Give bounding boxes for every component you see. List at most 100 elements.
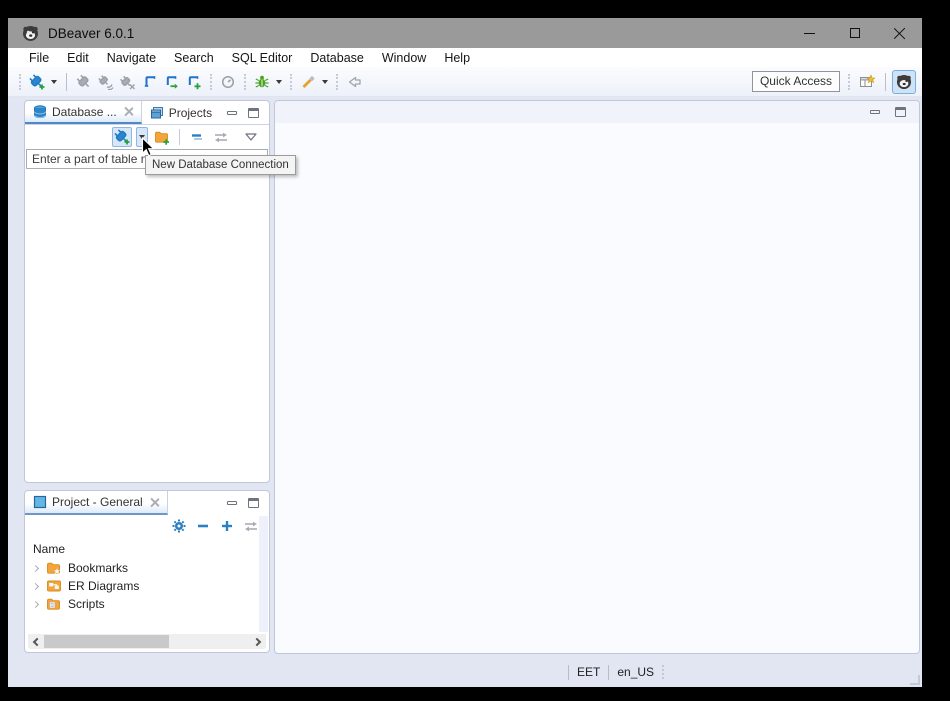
chevron-right-icon[interactable] bbox=[32, 582, 39, 589]
chevron-right-icon[interactable] bbox=[32, 564, 39, 571]
quick-access-box[interactable]: Quick Access bbox=[752, 71, 840, 92]
project-icon bbox=[33, 495, 47, 509]
new-sql-editor-icon bbox=[186, 74, 202, 90]
panel-minimize-icon[interactable] bbox=[227, 501, 237, 505]
tab-database-navigator[interactable]: Database ... bbox=[25, 101, 142, 124]
back-arrow-icon bbox=[346, 74, 362, 90]
menu-help[interactable]: Help bbox=[435, 51, 479, 65]
collapse-all-icon bbox=[189, 129, 205, 145]
compile-dropdown-arrow[interactable] bbox=[322, 80, 328, 84]
link-with-editor-button[interactable] bbox=[241, 516, 261, 536]
mouse-cursor bbox=[141, 137, 157, 159]
statusbar-grip bbox=[662, 665, 665, 679]
sql-editor-button[interactable] bbox=[139, 71, 161, 93]
panel-maximize-icon[interactable] bbox=[248, 498, 259, 508]
window-minimize-button[interactable] bbox=[787, 18, 832, 48]
execution-plan-button[interactable] bbox=[217, 71, 239, 93]
tree-item-label: ER Diagrams bbox=[68, 579, 139, 593]
tooltip-text: New Database Connection bbox=[152, 159, 289, 171]
tab-project-general-label: Project - General bbox=[52, 495, 143, 509]
toolbar-grip bbox=[19, 74, 21, 90]
editor-area bbox=[274, 100, 920, 654]
editor-tabstrip bbox=[275, 101, 919, 123]
tab-projects[interactable]: Projects bbox=[142, 101, 220, 124]
scroll-right-arrow-icon[interactable] bbox=[251, 639, 266, 645]
open-perspective-icon bbox=[859, 74, 875, 90]
bookmarks-folder-icon bbox=[46, 560, 62, 576]
new-sql-editor-button[interactable] bbox=[183, 71, 205, 93]
link-with-editor-button[interactable] bbox=[211, 127, 231, 147]
connect-icon bbox=[76, 74, 92, 90]
statusbar-separator bbox=[568, 665, 569, 680]
db-panel-tabbar: Database ... Projects bbox=[25, 101, 269, 125]
configure-button[interactable] bbox=[169, 516, 189, 536]
dbeaver-perspective-button[interactable] bbox=[892, 70, 916, 94]
tooltip: New Database Connection bbox=[145, 155, 296, 175]
main-toolbar: Quick Access bbox=[8, 67, 922, 97]
editor-maximize-icon[interactable] bbox=[895, 107, 906, 117]
menu-edit[interactable]: Edit bbox=[58, 51, 98, 65]
vertical-scrollbar-track[interactable] bbox=[259, 516, 268, 632]
open-sql-editor-icon bbox=[164, 74, 180, 90]
project-general-panel: Project - General bbox=[24, 490, 270, 653]
gear-icon bbox=[171, 518, 187, 534]
collapse-all-button[interactable] bbox=[193, 516, 213, 536]
collapse-all-button[interactable] bbox=[187, 127, 207, 147]
er-diagrams-icon bbox=[46, 578, 62, 594]
tree-item-scripts[interactable]: Scripts bbox=[25, 595, 269, 613]
toolbar-grip bbox=[290, 74, 292, 90]
tree-item-er-diagrams[interactable]: ER Diagrams bbox=[25, 577, 269, 595]
link-arrows-icon bbox=[213, 129, 229, 145]
window-resize-grip[interactable] bbox=[910, 675, 920, 685]
tab-close-icon[interactable] bbox=[150, 498, 159, 507]
tree-item-label: Scripts bbox=[68, 597, 105, 611]
toolbar-separator bbox=[66, 73, 67, 91]
menu-database[interactable]: Database bbox=[301, 51, 373, 65]
menu-window[interactable]: Window bbox=[373, 51, 435, 65]
project-panel-toolbar bbox=[25, 515, 269, 537]
panel-maximize-icon[interactable] bbox=[248, 108, 259, 118]
new-connection-icon bbox=[29, 74, 45, 90]
menu-sql-editor[interactable]: SQL Editor bbox=[223, 51, 302, 65]
window-maximize-button[interactable] bbox=[832, 18, 877, 48]
open-sql-editor-button[interactable] bbox=[161, 71, 183, 93]
menu-navigate[interactable]: Navigate bbox=[98, 51, 165, 65]
menu-file[interactable]: File bbox=[20, 51, 58, 65]
chevron-right-icon[interactable] bbox=[32, 600, 39, 607]
new-connection-button[interactable] bbox=[26, 71, 48, 93]
horizontal-scrollbar-thumb[interactable] bbox=[44, 635, 169, 648]
reconnect-icon bbox=[98, 74, 114, 90]
locale-indicator: en_US bbox=[617, 665, 654, 679]
new-connection-dropdown-arrow[interactable] bbox=[51, 80, 57, 84]
back-button[interactable] bbox=[343, 71, 365, 93]
dbeaver-perspective-icon bbox=[896, 74, 912, 90]
horizontal-scrollbar[interactable] bbox=[28, 634, 266, 649]
debug-button[interactable] bbox=[251, 71, 273, 93]
disconnect-button[interactable] bbox=[117, 71, 139, 93]
menu-search[interactable]: Search bbox=[165, 51, 223, 65]
compile-button[interactable] bbox=[297, 71, 319, 93]
view-menu-button[interactable] bbox=[241, 127, 261, 147]
toolbar-separator bbox=[179, 129, 180, 145]
debug-dropdown-arrow[interactable] bbox=[276, 80, 282, 84]
panel-minimize-icon[interactable] bbox=[227, 111, 237, 115]
toolbar-grip bbox=[336, 74, 338, 90]
link-arrows-icon bbox=[243, 518, 259, 534]
editor-minimize-icon[interactable] bbox=[870, 110, 880, 114]
window-close-button[interactable] bbox=[877, 18, 922, 48]
scroll-left-arrow-icon[interactable] bbox=[28, 639, 43, 645]
expand-all-button[interactable] bbox=[217, 516, 237, 536]
titlebar: DBeaver 6.0.1 bbox=[8, 18, 922, 48]
reconnect-button[interactable] bbox=[95, 71, 117, 93]
connect-button[interactable] bbox=[73, 71, 95, 93]
panel-new-connection-button[interactable] bbox=[112, 127, 132, 147]
open-perspective-button[interactable] bbox=[855, 70, 879, 94]
tab-project-general[interactable]: Project - General bbox=[25, 491, 168, 515]
tab-close-icon[interactable] bbox=[124, 107, 133, 116]
menubar: File Edit Navigate Search SQL Editor Dat… bbox=[8, 48, 922, 67]
tree-item-bookmarks[interactable]: Bookmarks bbox=[25, 559, 269, 577]
statusbar: EET en_US bbox=[8, 657, 922, 687]
compile-brush-icon bbox=[300, 74, 316, 90]
new-connection-icon bbox=[114, 129, 130, 145]
database-icon bbox=[33, 105, 47, 119]
